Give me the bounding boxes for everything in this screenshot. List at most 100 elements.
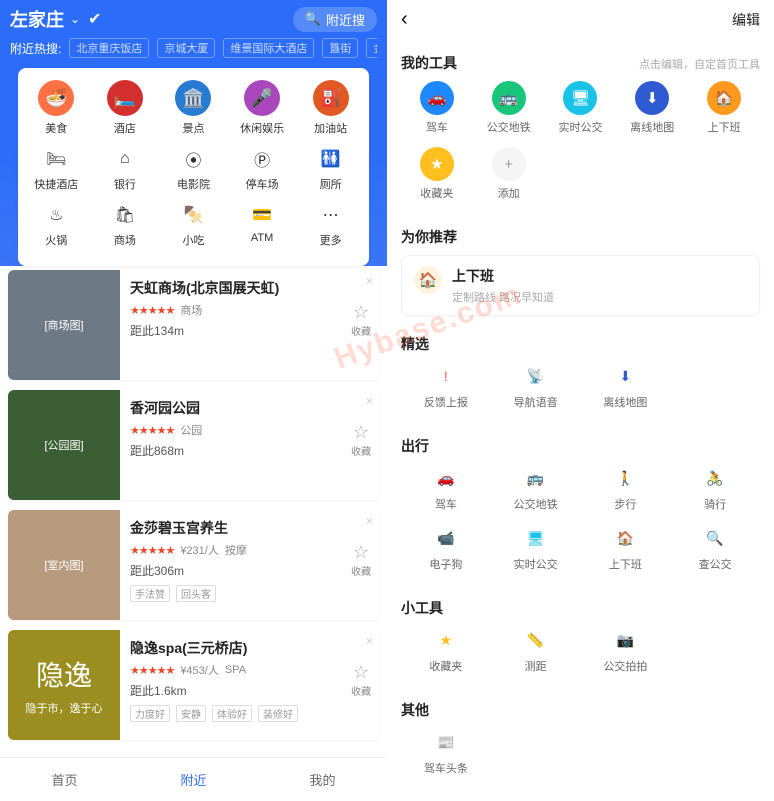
tool-icon: 📡: [522, 362, 550, 390]
category-label: 商场: [114, 232, 136, 248]
category-label: 厕所: [320, 176, 342, 192]
back-button[interactable]: ‹: [401, 8, 408, 31]
close-icon[interactable]: ×: [366, 514, 373, 528]
tool-label: 上下班: [609, 556, 642, 572]
tool-骑行[interactable]: 🚴骑行: [670, 464, 760, 512]
tool-测距[interactable]: 📏测距: [491, 626, 581, 674]
tool-上下班[interactable]: 🏠上下班: [688, 81, 760, 135]
category-停车场[interactable]: Ⓟ 停车场: [228, 146, 297, 192]
place-title: 金莎碧玉宫养生: [130, 518, 373, 538]
tool-添加[interactable]: +添加: [473, 147, 545, 201]
category-商场[interactable]: 🛍 商场: [91, 202, 160, 248]
place-tag: 力度好: [130, 705, 170, 722]
category-景点[interactable]: 🏛️景点: [159, 80, 228, 136]
hot-chip[interactable]: 京城大厦: [157, 38, 215, 58]
tool-icon: +: [492, 147, 526, 181]
tool-公交拍拍[interactable]: 📷公交拍拍: [581, 626, 671, 674]
location-title[interactable]: 左家庄: [10, 6, 64, 32]
place-category: 公园: [180, 422, 202, 438]
hot-chip[interactable]: 维景国际大酒店: [223, 38, 314, 58]
favorite-icon[interactable]: ☆: [351, 302, 371, 323]
place-card[interactable]: [商场图]天虹商场(北京国展天虹)★★★★★商场距此134m×☆收藏: [8, 270, 379, 380]
category-加油站[interactable]: ⛽ 加油站: [296, 80, 365, 136]
rating-stars: ★★★★★: [130, 424, 174, 437]
tool-公交地铁[interactable]: 🚌公交地铁: [491, 464, 581, 512]
tool-离线地图[interactable]: ⬇离线地图: [581, 362, 671, 410]
recommend-card[interactable]: 🏠 上下班 定制路线 路况早知道: [401, 255, 760, 316]
category-icon: ♨: [43, 202, 69, 228]
tool-步行[interactable]: 🚶步行: [581, 464, 671, 512]
category-label: 停车场: [246, 176, 279, 192]
category-厕所[interactable]: 🚻 厕所: [296, 146, 365, 192]
place-card[interactable]: 隐逸隐于市，逸于心隐逸spa(三元桥店)★★★★★¥453/人SPA距此1.6k…: [8, 630, 379, 740]
place-card[interactable]: [公园图]香河园公园★★★★★公园距此868m×☆收藏: [8, 390, 379, 500]
place-price: ¥231/人: [180, 542, 219, 558]
tool-离线地图[interactable]: ⬇离线地图: [616, 81, 688, 135]
category-更多[interactable]: ⋯更多: [296, 202, 365, 248]
close-icon[interactable]: ×: [366, 394, 373, 408]
edit-button[interactable]: 编辑: [732, 10, 760, 30]
search-button[interactable]: 🔍 附近搜: [293, 7, 377, 32]
category-label: 休闲娱乐: [240, 120, 284, 136]
category-休闲娱乐[interactable]: 🎤休闲娱乐: [228, 80, 297, 136]
tool-收藏夹[interactable]: ★收藏夹: [401, 147, 473, 201]
place-distance: 距此134m: [130, 322, 373, 339]
header: 左家庄 ⌄ ✔ 🔍 附近搜 附近热搜: 北京重庆饭店 京城大厦 维景国际大酒店 …: [0, 0, 387, 266]
tool-驾车头条[interactable]: 📰驾车头条: [401, 728, 491, 776]
close-icon[interactable]: ×: [366, 274, 373, 288]
hot-chip[interactable]: 簋街: [322, 38, 358, 58]
place-card[interactable]: [室内图]金莎碧玉宫养生★★★★★¥231/人按摩距此306m手法赞回头客×☆收…: [8, 510, 379, 620]
tool-icon: 🚴: [701, 464, 729, 492]
tool-导航语音[interactable]: 📡 导航语音: [491, 362, 581, 410]
tool-公交地铁[interactable]: 🚌公交地铁: [473, 81, 545, 135]
category-icon: 🚻: [318, 146, 344, 172]
hot-chip[interactable]: 金鼎轩南北家乡菜: [366, 38, 377, 58]
category-label: 加油站: [314, 120, 347, 136]
close-icon[interactable]: ×: [366, 634, 373, 648]
category-火锅[interactable]: ♨火锅: [22, 202, 91, 248]
tool-icon: 🚌: [522, 464, 550, 492]
tab-home[interactable]: 首页: [0, 758, 129, 801]
tool-收藏夹[interactable]: ★收藏夹: [401, 626, 491, 674]
category-label: 景点: [182, 120, 204, 136]
tool-查公交[interactable]: 🔍查公交: [670, 524, 760, 572]
chevron-down-icon[interactable]: ⌄: [70, 12, 80, 26]
tool-label: 导航语音: [514, 394, 558, 410]
category-银行[interactable]: ⌂银行: [91, 146, 160, 192]
tool-实时公交[interactable]: 🖥实时公交: [545, 81, 617, 135]
category-ATM[interactable]: 💳ATM: [228, 202, 297, 248]
place-category: SPA: [225, 664, 246, 676]
category-小吃[interactable]: 🍢小吃: [159, 202, 228, 248]
tool-实时公交[interactable]: 🖥实时公交: [491, 524, 581, 572]
category-快捷酒店[interactable]: 🛏快捷酒店: [22, 146, 91, 192]
tool-上下班[interactable]: 🏠上下班: [581, 524, 671, 572]
category-label: 快捷酒店: [34, 176, 78, 192]
category-icon: 🛍: [112, 202, 138, 228]
category-icon: Ⓟ: [249, 146, 275, 172]
rating-stars: ★★★★★: [130, 544, 174, 557]
favorite-icon[interactable]: ☆: [351, 542, 371, 563]
tab-nearby[interactable]: 附近: [129, 758, 258, 801]
tool-icon: 🚶: [611, 464, 639, 492]
search-icon: 🔍: [305, 11, 321, 27]
category-酒店[interactable]: 🛏️酒店: [91, 80, 160, 136]
category-美食[interactable]: 🍜美食: [22, 80, 91, 136]
tool-驾车[interactable]: 🚗驾车: [401, 464, 491, 512]
favorite-icon[interactable]: ☆: [351, 662, 371, 683]
tool-icon: 🖥: [522, 524, 550, 552]
tool-驾车[interactable]: 🚗驾车: [401, 81, 473, 135]
place-distance: 距此868m: [130, 442, 373, 459]
category-icon: ⦿: [180, 146, 206, 172]
tool-label: 离线地图: [603, 394, 647, 410]
category-电影院[interactable]: ⦿电影院: [159, 146, 228, 192]
tool-icon: 📏: [522, 626, 550, 654]
tool-label: 电子狗: [429, 556, 462, 572]
place-list[interactable]: [商场图]天虹商场(北京国展天虹)★★★★★商场距此134m×☆收藏[公园图]香…: [0, 266, 387, 757]
tool-反馈上报[interactable]: !反馈上报: [401, 362, 491, 410]
rating-stars: ★★★★★: [130, 664, 174, 677]
hot-chip[interactable]: 北京重庆饭店: [69, 38, 149, 58]
tab-mine[interactable]: 我的: [258, 758, 387, 801]
category-icon: ⛽: [313, 80, 349, 116]
tool-电子狗[interactable]: 📹电子狗: [401, 524, 491, 572]
favorite-icon[interactable]: ☆: [351, 422, 371, 443]
